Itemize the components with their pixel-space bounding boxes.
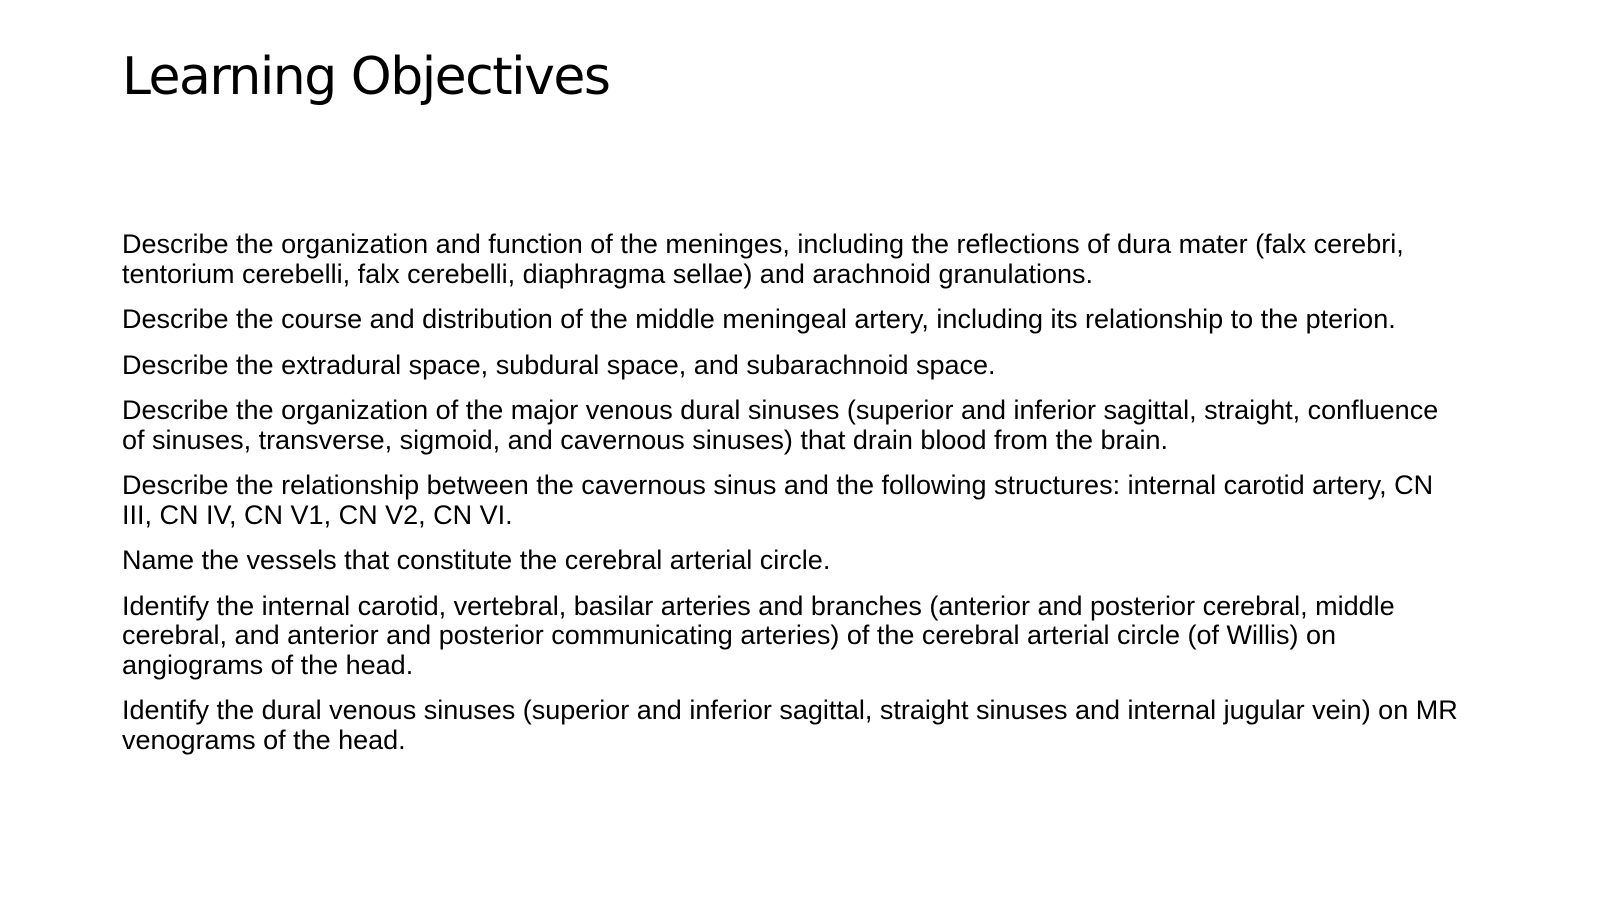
- objective-item: Describe the organization and function o…: [122, 229, 1404, 289]
- slide: Learning Objectives Describe the organiz…: [0, 0, 1600, 900]
- objective-item: Describe the relationship between the ca…: [122, 470, 1434, 530]
- objective-item: Describe the extradural space, subdural …: [122, 349, 996, 380]
- objectives-list: Describe the organization and function o…: [122, 229, 1462, 771]
- objective-item: Identify the internal carotid, vertebral…: [122, 590, 1395, 680]
- objective-item: Describe the course and distribution of …: [122, 304, 1396, 334]
- objective-item: Describe the organization of the major v…: [122, 395, 1439, 455]
- slide-title: Learning Objectives: [122, 47, 611, 107]
- objective-item: Identify the dural venous sinuses (super…: [122, 695, 1458, 755]
- objective-item: Name the vessels that constitute the cer…: [122, 545, 831, 575]
